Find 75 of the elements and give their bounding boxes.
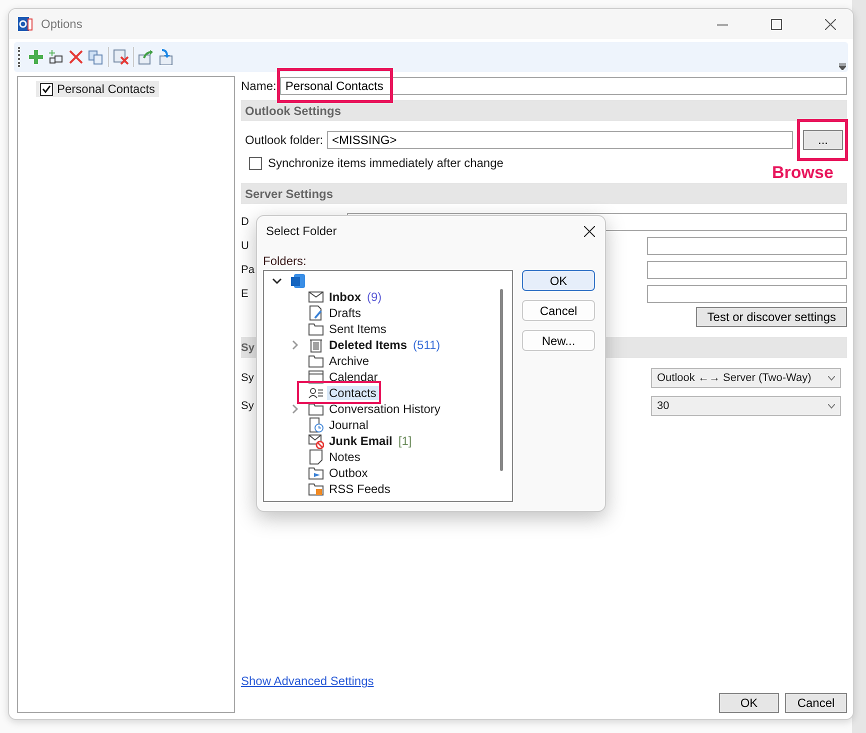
folder-label: Outlook folder:	[245, 133, 324, 147]
export-icon[interactable]	[138, 49, 154, 65]
folder-icon	[308, 353, 324, 369]
chevron-down-icon[interactable]	[272, 276, 282, 286]
outbox-icon	[308, 465, 324, 481]
field-label: U	[241, 240, 249, 252]
highlight-frame	[797, 119, 848, 161]
browse-button[interactable]: ...	[803, 130, 843, 150]
caret-icon	[828, 404, 835, 408]
envelope-icon	[308, 289, 324, 305]
folder-field[interactable]: <MISSING>	[327, 131, 793, 149]
window-title: Options	[41, 17, 84, 31]
overflow-icon[interactable]	[839, 63, 846, 70]
folder-item[interactable]: Deleted Items	[327, 338, 410, 352]
folder-item[interactable]: Inbox	[327, 290, 364, 304]
section-header: Server Settings	[241, 183, 847, 204]
profile-checkbox[interactable]	[40, 82, 53, 96]
dialog-button[interactable]: OK	[719, 693, 779, 713]
advanced-settings-link[interactable]: Show Advanced Settings	[241, 674, 374, 688]
name-label: Name:	[241, 79, 276, 93]
maximize-icon[interactable]	[770, 18, 782, 30]
unread-count: [1]	[398, 434, 412, 448]
dialog-button[interactable]: New...	[522, 330, 595, 351]
name-field[interactable]: Personal Contacts	[280, 77, 847, 95]
contacts-icon	[308, 385, 324, 401]
folder-item[interactable]: Drafts	[327, 306, 364, 320]
copy-icon[interactable]	[88, 49, 104, 65]
profile-item[interactable]: Personal Contacts	[36, 81, 160, 97]
clear-icon[interactable]	[113, 49, 129, 65]
server-field[interactable]	[647, 237, 847, 255]
test-settings-button[interactable]: Test or discover settings	[696, 307, 847, 327]
field-label: Sy	[241, 400, 254, 412]
field-label: Pa	[241, 264, 254, 276]
field-label: E	[241, 288, 248, 300]
folder-item[interactable]: Journal	[327, 418, 372, 432]
sync-checkbox[interactable]	[249, 156, 262, 170]
annotation-label: Browse	[772, 163, 834, 183]
dialog-button[interactable]: OK	[522, 270, 595, 291]
server-field[interactable]	[647, 285, 847, 303]
chevron-right-icon[interactable]	[290, 404, 300, 414]
unread-count: (511)	[413, 338, 440, 352]
folder-item[interactable]: Outbox	[327, 466, 371, 480]
exchange-icon	[290, 273, 306, 289]
field-label: Sy	[241, 372, 254, 384]
trash-icon	[308, 337, 324, 353]
folder-item[interactable]: Notes	[327, 450, 364, 464]
folder-item[interactable]: Conversation History	[327, 402, 444, 416]
close-icon[interactable]	[584, 226, 595, 236]
dialog-button[interactable]: Cancel	[522, 300, 595, 321]
folder-item[interactable]: Contacts	[327, 386, 380, 400]
close-icon[interactable]	[824, 18, 836, 30]
unread-count: (9)	[367, 290, 382, 304]
junk-mail-icon	[308, 433, 324, 449]
caret-icon	[828, 376, 835, 380]
dialog-title: Select Folder	[266, 224, 337, 238]
server-field[interactable]	[647, 261, 847, 279]
field-label: D	[241, 216, 249, 228]
rss-folder-icon	[308, 481, 324, 497]
journal-icon	[308, 417, 324, 433]
folder-icon	[308, 401, 324, 417]
chevron-right-icon[interactable]	[290, 340, 300, 350]
draft-icon	[308, 305, 324, 321]
folder-item[interactable]: RSS Feeds	[327, 482, 394, 496]
sync-dropdown[interactable]: 30	[651, 396, 841, 416]
import-icon[interactable]	[158, 49, 174, 65]
app-icon	[17, 16, 33, 32]
add-multiple-icon[interactable]	[48, 49, 64, 65]
section-header: Outlook Settings	[241, 100, 847, 121]
folder-item[interactable]: Calendar	[327, 370, 381, 384]
sync-dropdown[interactable]: Outlook ←→ Server (Two-Way)	[651, 368, 841, 388]
dialog-button[interactable]: Cancel	[785, 693, 847, 713]
sync-label: Synchronize items immediately after change	[268, 156, 504, 170]
folder-item[interactable]: Junk Email	[327, 434, 396, 448]
folders-label: Folders:	[263, 254, 306, 268]
folder-item[interactable]: Sent Items	[327, 322, 390, 336]
